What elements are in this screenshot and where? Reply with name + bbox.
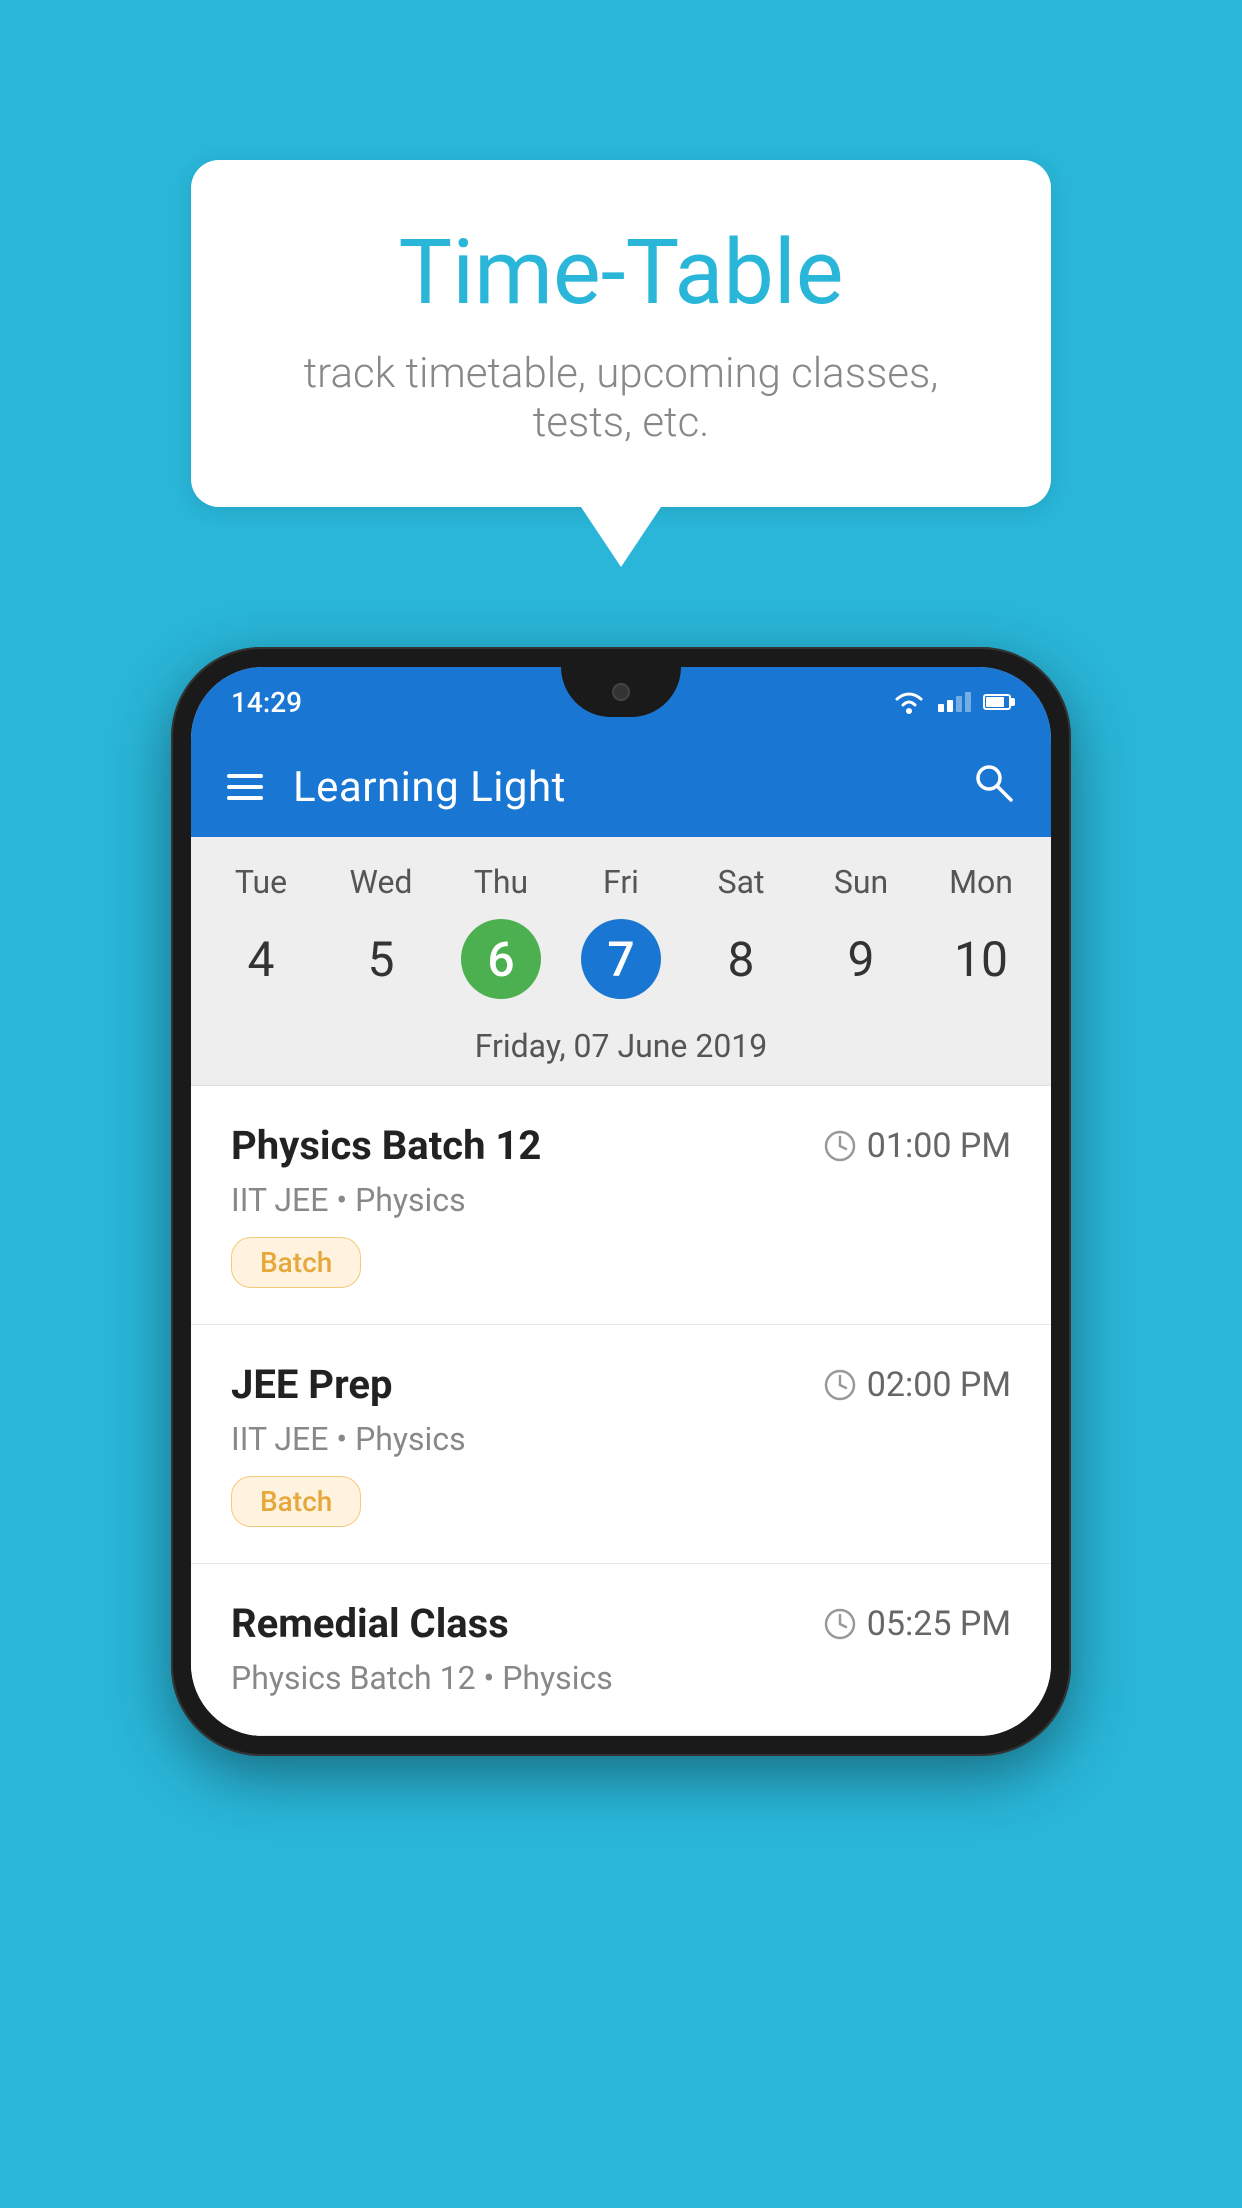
item-1-title: Physics Batch 12	[231, 1122, 541, 1169]
speech-bubble: Time-Table track timetable, upcoming cla…	[191, 160, 1051, 507]
clock-icon-2	[823, 1368, 857, 1402]
notch	[561, 667, 681, 717]
date-9[interactable]: 9	[801, 911, 921, 1007]
days-row: Tue Wed Thu Fri Sat Sun Mon	[191, 853, 1051, 911]
speech-bubble-container: Time-Table track timetable, upcoming cla…	[191, 160, 1051, 567]
search-icon[interactable]	[971, 760, 1015, 814]
day-fri: Fri	[561, 853, 681, 911]
item-1-time: 01:00 PM	[823, 1126, 1011, 1166]
item-3-subtitle: Physics Batch 12 • Physics	[231, 1659, 1011, 1697]
status-bar: 14:29	[191, 667, 1051, 737]
schedule-item-1[interactable]: Physics Batch 12 01:00 PM IIT JEE • Phys…	[191, 1086, 1051, 1325]
menu-line-2	[227, 785, 263, 789]
app-title: Learning Light	[293, 763, 941, 812]
item-3-header: Remedial Class 05:25 PM	[231, 1600, 1011, 1647]
item-3-title: Remedial Class	[231, 1600, 509, 1647]
camera	[612, 683, 630, 701]
day-sat: Sat	[681, 853, 801, 911]
signal-icon	[938, 692, 971, 712]
battery-icon	[983, 694, 1011, 710]
day-tue: Tue	[201, 853, 321, 911]
item-2-subtitle: IIT JEE • Physics	[231, 1420, 1011, 1458]
menu-line-3	[227, 796, 263, 800]
wifi-icon	[892, 689, 926, 715]
day-wed: Wed	[321, 853, 441, 911]
date-4[interactable]: 4	[201, 911, 321, 1007]
app-bar: Learning Light	[191, 737, 1051, 837]
menu-line-1	[227, 774, 263, 778]
bubble-arrow	[581, 507, 661, 567]
date-6[interactable]: 6	[441, 911, 561, 1007]
schedule-item-2[interactable]: JEE Prep 02:00 PM IIT JEE • Physics Batc…	[191, 1325, 1051, 1564]
item-1-badge: Batch	[231, 1237, 361, 1288]
phone-screen: 14:29	[191, 667, 1051, 1736]
clock-icon-3	[823, 1607, 857, 1641]
day-mon: Mon	[921, 853, 1041, 911]
clock-icon-1	[823, 1129, 857, 1163]
status-time: 14:29	[231, 686, 302, 719]
date-10[interactable]: 10	[921, 911, 1041, 1007]
day-sun: Sun	[801, 853, 921, 911]
item-3-time: 05:25 PM	[823, 1604, 1011, 1644]
bubble-title: Time-Table	[271, 220, 971, 325]
item-1-header: Physics Batch 12 01:00 PM	[231, 1122, 1011, 1169]
dates-row: 4 5 6 7 8 9	[191, 911, 1051, 1023]
date-5[interactable]: 5	[321, 911, 441, 1007]
day-thu: Thu	[441, 853, 561, 911]
phone-mockup: 14:29	[171, 647, 1071, 1756]
selected-date-label: Friday, 07 June 2019	[191, 1023, 1051, 1086]
item-2-title: JEE Prep	[231, 1361, 392, 1408]
item-2-time: 02:00 PM	[823, 1365, 1011, 1405]
date-8[interactable]: 8	[681, 911, 801, 1007]
menu-button[interactable]	[227, 774, 263, 800]
bubble-subtitle: track timetable, upcoming classes, tests…	[271, 349, 971, 447]
item-2-badge: Batch	[231, 1476, 361, 1527]
calendar-section: Tue Wed Thu Fri Sat Sun Mon 4 5	[191, 837, 1051, 1086]
schedule-item-3[interactable]: Remedial Class 05:25 PM Physics Batch 12…	[191, 1564, 1051, 1736]
schedule-list: Physics Batch 12 01:00 PM IIT JEE • Phys…	[191, 1086, 1051, 1736]
status-icons	[892, 689, 1011, 715]
date-7[interactable]: 7	[561, 911, 681, 1007]
item-2-header: JEE Prep 02:00 PM	[231, 1361, 1011, 1408]
item-1-subtitle: IIT JEE • Physics	[231, 1181, 1011, 1219]
phone-outer: 14:29	[171, 647, 1071, 1756]
